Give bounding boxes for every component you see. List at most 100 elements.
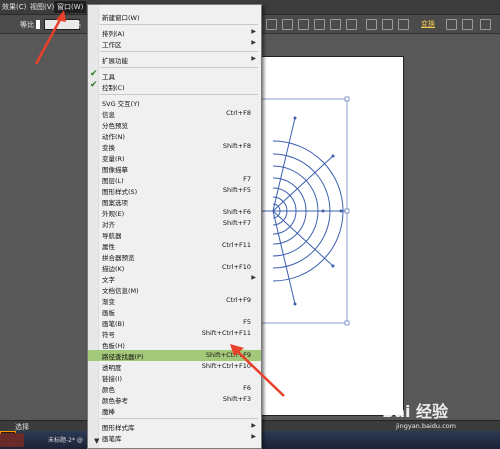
brush-basic-label: 基: [74, 21, 81, 29]
taskbar-document-label[interactable]: 未标题-2* @: [48, 435, 83, 444]
watermark-logo: Bai 经验: [382, 402, 449, 421]
align-left-icon[interactable]: [266, 19, 277, 30]
menu-item-label: 画板: [102, 309, 115, 317]
menu-item[interactable]: 变量(R): [88, 152, 261, 163]
menu-item-label: 色板(H): [102, 342, 125, 350]
watermark-url: jingyan.baidu.com: [396, 422, 456, 430]
menu-effect[interactable]: 效果(C): [2, 2, 26, 12]
menu-item-label: 对齐: [102, 221, 115, 229]
menu-item-label: 导航器: [102, 232, 122, 240]
menu-item-label: 新建窗口(W): [102, 14, 140, 22]
menu-item-label: 链接(I): [102, 375, 122, 383]
menu-item[interactable]: 外观(E) Shift+F6: [88, 207, 261, 218]
taskbar-item[interactable]: [0, 433, 24, 447]
align-middle-icon[interactable]: [330, 19, 341, 30]
distribute-top-icon[interactable]: [366, 19, 377, 30]
menu-item[interactable]: 魔棒: [88, 405, 261, 416]
menu-item-label: 颜色参考: [102, 397, 128, 405]
align-top-icon[interactable]: [314, 19, 325, 30]
menu-item[interactable]: 文字 ▶: [88, 273, 261, 284]
menu-item-label: 文档信息(M): [102, 287, 139, 295]
menu-item[interactable]: 图案选项: [88, 196, 261, 207]
menu-item[interactable]: 对齐 Shift+F7: [88, 218, 261, 229]
menu-item-shortcut: Shift+F8: [222, 142, 251, 150]
menu-item[interactable]: 画笔库 ▶: [88, 432, 261, 443]
align-bottom-icon[interactable]: [346, 19, 357, 30]
menu-item-shortcut: Shift+Ctrl+F11: [201, 329, 251, 337]
menu-item[interactable]: 扩展功能 ▶: [88, 54, 261, 65]
submenu-arrow-icon: ▶: [251, 433, 256, 440]
menu-item-shortcut: Ctrl+F8: [226, 109, 251, 117]
menu-item[interactable]: 文档信息(M): [88, 284, 261, 295]
scroll-down-icon[interactable]: ▼: [94, 437, 99, 445]
menu-item-label: 信息: [102, 111, 115, 119]
distribute-bottom-icon[interactable]: [398, 19, 409, 30]
menu-item[interactable]: 渐变 Ctrl+F9: [88, 295, 261, 306]
menu-item[interactable]: 图像描摹: [88, 163, 261, 174]
menu-item[interactable]: 图形样式(S) Shift+F5: [88, 185, 261, 196]
menu-separator: [100, 418, 258, 419]
menu-item-shortcut: F5: [243, 318, 251, 326]
baidu-watermark: Bai 经验 jingyan.baidu.com: [382, 398, 500, 444]
submenu-arrow-icon: ▶: [251, 39, 256, 46]
menu-item-shortcut: Shift+F7: [222, 219, 251, 227]
isolate-icon[interactable]: [446, 19, 457, 30]
align-center-icon[interactable]: [282, 19, 293, 30]
transform-link[interactable]: 变换: [421, 19, 435, 29]
menu-item-shortcut: Ctrl+F11: [221, 241, 251, 249]
menu-item[interactable]: 新建窗口(W): [88, 11, 261, 22]
menu-item[interactable]: ✔ 工具: [88, 69, 261, 81]
panel-menu-icon[interactable]: [480, 19, 491, 30]
menu-item-label: 图像描摹: [102, 166, 128, 174]
menu-item-label: 图形样式库: [102, 424, 135, 432]
menu-item[interactable]: 排列(A) ▶: [88, 27, 261, 38]
submenu-arrow-icon: ▶: [251, 422, 256, 429]
menu-item[interactable]: 分色预览: [88, 119, 261, 130]
menu-item-shortcut: F7: [243, 175, 251, 183]
menu-item-label: 颜色: [102, 386, 115, 394]
menu-item[interactable]: 拼合器预览: [88, 251, 261, 262]
menu-item[interactable]: 图形样式库 ▶: [88, 421, 261, 432]
menu-item-label: 动作(N): [102, 133, 125, 141]
panel-options-icon[interactable]: [462, 19, 473, 30]
menu-item-label: 符号: [102, 331, 115, 339]
menu-item[interactable]: 信息 Ctrl+F8: [88, 108, 261, 119]
annotation-arrow-icon: [230, 344, 285, 397]
menu-item-label: 属性: [102, 243, 115, 251]
menu-item[interactable]: 工作区 ▶: [88, 38, 261, 49]
menu-item[interactable]: 属性 Ctrl+F11: [88, 240, 261, 251]
menu-item-label: 变量(R): [102, 155, 125, 163]
menu-item-label: 扩展功能: [102, 57, 128, 65]
menu-item[interactable]: 画笔(B) F5: [88, 317, 261, 328]
menu-item[interactable]: 图层(L) F7: [88, 174, 261, 185]
menu-item-label: 画笔库: [102, 435, 122, 443]
menu-item[interactable]: 动作(N): [88, 130, 261, 141]
menu-item-label: 控制(C): [102, 84, 125, 92]
menu-item[interactable]: ✔ 控制(C): [88, 80, 261, 92]
menu-item-shortcut: Ctrl+F10: [221, 263, 251, 271]
align-right-icon[interactable]: [298, 19, 309, 30]
menu-item-label: 外观(E): [102, 210, 125, 218]
menu-item-label: 排列(A): [102, 30, 125, 38]
annotation-arrow-icon: [34, 10, 66, 65]
menu-item-label: 文字: [102, 276, 115, 284]
menu-separator: [100, 51, 258, 52]
menu-item[interactable]: 描边(K) Ctrl+F10: [88, 262, 261, 273]
menu-item-label: 画笔(B): [102, 320, 125, 328]
menu-separator: [100, 67, 258, 68]
submenu-arrow-icon: ▶: [251, 274, 256, 281]
menu-item[interactable]: 导航器: [88, 229, 261, 240]
menu-item-label: 图案选项: [102, 199, 128, 207]
menu-item[interactable]: SVG 交互(Y): [88, 97, 261, 108]
menu-item[interactable]: 变换 Shift+F8: [88, 141, 261, 152]
submenu-arrow-icon: ▶: [251, 28, 256, 35]
menu-separator: [100, 24, 258, 25]
menu-item-shortcut: Shift+F5: [222, 186, 251, 194]
menu-item-label: 工作区: [102, 41, 122, 49]
menu-item-label: 变换: [102, 144, 115, 152]
distribute-middle-icon[interactable]: [382, 19, 393, 30]
menu-item-shortcut: Shift+F6: [222, 208, 251, 216]
menu-separator: [100, 94, 258, 95]
menu-item[interactable]: 画板: [88, 306, 261, 317]
menu-item[interactable]: 符号 Shift+Ctrl+F11: [88, 328, 261, 339]
